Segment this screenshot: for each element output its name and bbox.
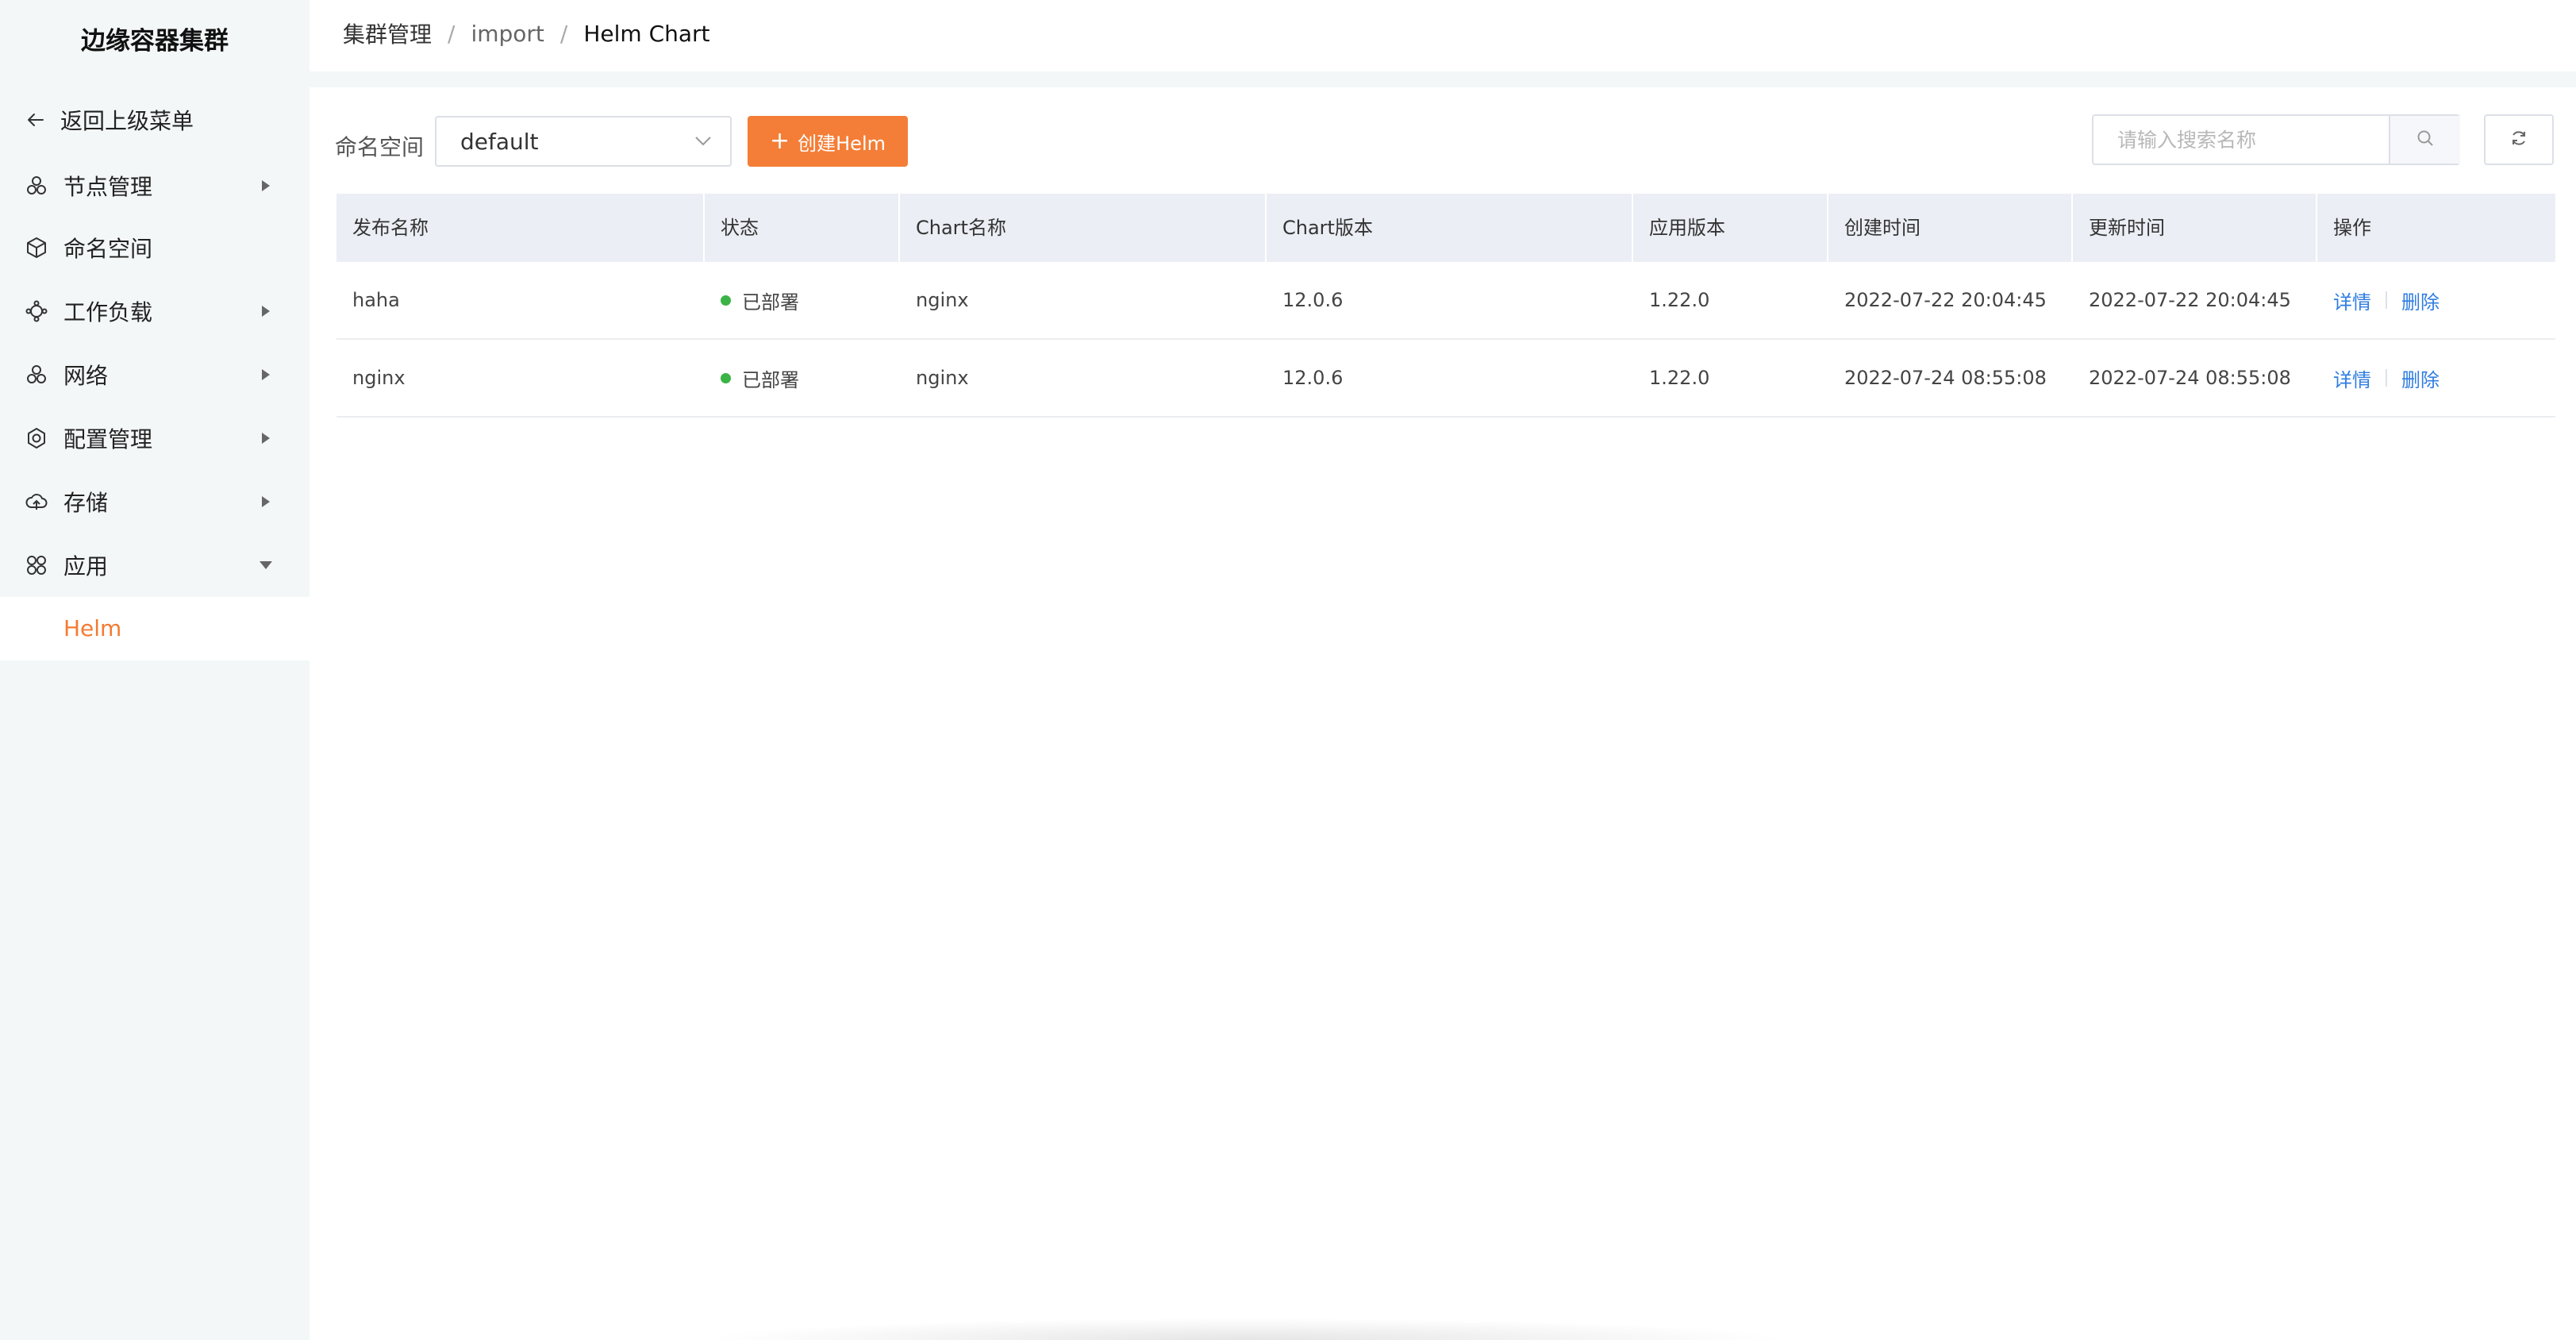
nodes-icon: [25, 174, 48, 198]
apps-icon: [25, 553, 48, 577]
column-header: 状态: [705, 194, 900, 262]
caret-down-icon: [259, 558, 273, 572]
page-header: 集群管理 / import / Helm Chart: [310, 0, 2576, 71]
sidebar-item-nodes[interactable]: 节点管理: [0, 162, 310, 210]
sidebar-item-label: 节点管理: [63, 174, 153, 200]
submenu-active-background: [0, 597, 310, 660]
actions-cell: 详情 删除: [2317, 340, 2555, 416]
sidebar-item-workload[interactable]: 工作负载: [0, 287, 310, 335]
column-header: 创建时间: [1828, 194, 2073, 262]
app-version: 1.22.0: [1649, 289, 1710, 311]
sidebar-item-apps[interactable]: 应用: [0, 541, 310, 589]
created-time: 2022-07-24 08:55:08: [1844, 367, 2047, 389]
caret-right-icon: [259, 368, 273, 382]
search-button[interactable]: [2389, 116, 2460, 164]
table-row: nginx 已部署 nginx 12.0.6 1.22.0 2022-07-24…: [336, 340, 2555, 418]
action-divider: [2386, 369, 2387, 387]
back-to-parent-menu[interactable]: 返回上级菜单: [24, 102, 194, 138]
network-icon: [25, 363, 48, 387]
actions-cell: 详情 删除: [2317, 262, 2555, 338]
caret-right-icon: [259, 304, 273, 318]
sidebar-item-storage[interactable]: 存储: [0, 478, 310, 526]
release-name: nginx: [352, 367, 406, 389]
sidebar-item-label: 工作负载: [63, 299, 153, 325]
search-icon: [2416, 129, 2435, 151]
status-dot-icon: [721, 295, 731, 306]
breadcrumb-current: Helm Chart: [583, 20, 710, 47]
helm-release-table: 发布名称 状态 Chart名称 Chart版本 应用版本 创建时间 更新时间 操…: [336, 194, 2555, 418]
chevron-down-icon: [694, 132, 713, 151]
namespace-label: 命名空间: [335, 134, 425, 160]
updated-time: 2022-07-24 08:55:08: [2089, 367, 2291, 389]
status-cell: 已部署: [705, 262, 900, 338]
chart-name: nginx: [916, 367, 969, 389]
caret-right-icon: [259, 431, 273, 445]
refresh-icon: [2509, 129, 2528, 151]
status-cell: 已部署: [705, 340, 900, 416]
namespace-cube-icon: [25, 236, 48, 260]
caret-right-icon: [259, 495, 273, 509]
create-helm-label: 创建Helm: [798, 132, 886, 155]
status-text: 已部署: [742, 368, 799, 391]
sidebar-item-namespace[interactable]: 命名空间: [0, 224, 310, 271]
breadcrumb-cluster[interactable]: 集群管理: [343, 17, 432, 49]
sidebar-item-config[interactable]: 配置管理: [0, 414, 310, 462]
refresh-button[interactable]: [2484, 114, 2554, 165]
storage-cloud-icon: [25, 490, 48, 514]
sidebar-item-label: 配置管理: [63, 426, 153, 452]
status-dot-icon: [721, 372, 731, 383]
sidebar-item-label: 命名空间: [63, 236, 153, 262]
column-header: 操作: [2333, 217, 2371, 239]
delete-link[interactable]: 删除: [2401, 287, 2440, 314]
table-header: 发布名称 状态 Chart名称 Chart版本 应用版本 创建时间 更新时间 操…: [336, 194, 2555, 262]
main-panel: 命名空间 default + 创建Helm 发布名称 状态 Chart名称 Ch…: [310, 87, 2576, 1340]
column-header: Chart版本: [1267, 194, 1633, 262]
table-row: haha 已部署 nginx 12.0.6 1.22.0 2022-07-22 …: [336, 262, 2555, 340]
sidebar-subitem-helm[interactable]: Helm: [63, 608, 121, 649]
release-name: haha: [352, 289, 400, 311]
breadcrumb-import[interactable]: import: [471, 21, 544, 47]
namespace-select-value: default: [460, 128, 539, 155]
namespace-select[interactable]: default: [435, 116, 732, 167]
breadcrumb-separator: /: [448, 20, 456, 47]
sidebar-item-network[interactable]: 网络: [0, 351, 310, 399]
created-time: 2022-07-22 20:04:45: [1844, 289, 2047, 311]
workload-icon: [25, 299, 48, 323]
breadcrumb-separator: /: [559, 20, 568, 47]
search-box: [2092, 114, 2460, 165]
action-divider: [2386, 291, 2387, 309]
column-header: 发布名称: [336, 194, 705, 262]
cluster-title: 边缘容器集群: [81, 27, 229, 56]
config-gear-icon: [25, 426, 48, 450]
column-header: 更新时间: [2073, 194, 2317, 262]
detail-link[interactable]: 详情: [2333, 287, 2371, 314]
chart-name: nginx: [916, 289, 969, 311]
updated-time: 2022-07-22 20:04:45: [2089, 289, 2291, 311]
back-label: 返回上级菜单: [60, 108, 194, 134]
column-header: 应用版本: [1633, 194, 1828, 262]
sidebar-item-label: 网络: [63, 363, 109, 389]
search-input[interactable]: [2093, 116, 2389, 164]
create-helm-button[interactable]: + 创建Helm: [748, 116, 908, 167]
breadcrumb: 集群管理 / import / Helm Chart: [343, 16, 710, 51]
chart-version: 12.0.6: [1282, 367, 1344, 389]
sidebar-item-label: 应用: [63, 553, 109, 580]
delete-link[interactable]: 删除: [2401, 364, 2440, 392]
plus-icon: +: [770, 127, 790, 155]
status-text: 已部署: [742, 291, 799, 314]
detail-link[interactable]: 详情: [2333, 364, 2371, 392]
app-version: 1.22.0: [1649, 367, 1710, 389]
sidebar-item-label: 存储: [63, 490, 109, 516]
caret-right-icon: [259, 179, 273, 193]
chart-version: 12.0.6: [1282, 289, 1344, 311]
arrow-left-icon: [24, 108, 48, 132]
sidebar: 边缘容器集群 返回上级菜单 节点管理 命名空间 工作负载 网络 配置管理 存储 …: [0, 0, 310, 1340]
column-header: Chart名称: [900, 194, 1267, 262]
bottom-shadow: [698, 1318, 1794, 1340]
